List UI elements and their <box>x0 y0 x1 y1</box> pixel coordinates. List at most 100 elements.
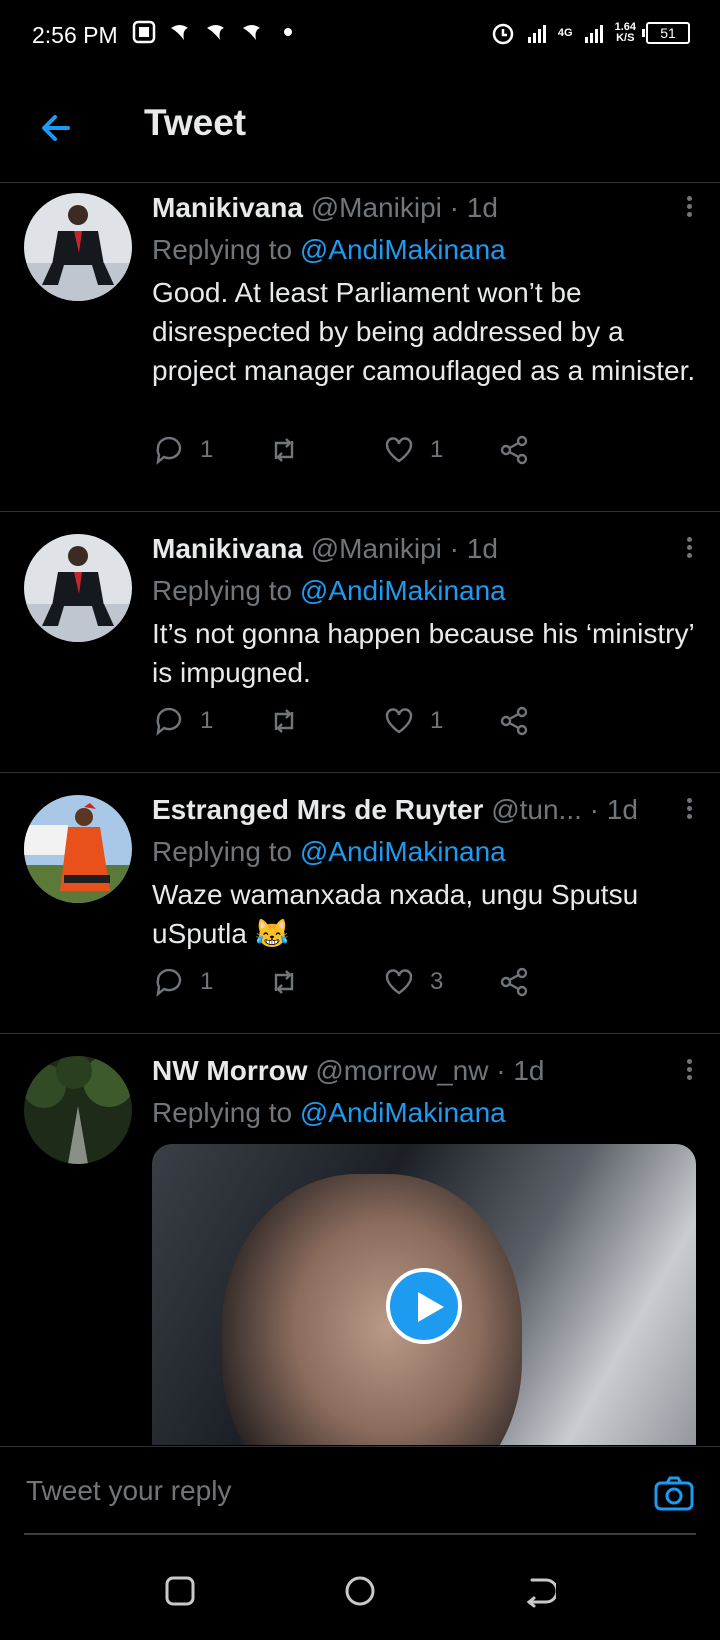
separator: · <box>449 533 459 564</box>
tweet-body: NW Morrow @morrow_nw · 1d Replying to @A… <box>152 1050 696 1134</box>
reply-icon <box>156 707 182 736</box>
like-button[interactable]: 1 <box>382 433 497 467</box>
separator: · <box>449 192 459 223</box>
app-notification-icon <box>132 20 156 44</box>
tweet-card[interactable]: Manikivana @Manikipi · 1d Replying to @A… <box>0 183 720 512</box>
battery-level: 51 <box>660 25 676 41</box>
tweet-card[interactable]: Manikivana @Manikipi · 1d Replying to @A… <box>0 512 720 773</box>
replying-to: Replying to @AndiMakinana <box>152 570 696 612</box>
tweet-time: 1d <box>606 794 638 825</box>
battery-icon: 51 <box>642 22 690 44</box>
share-icon <box>500 967 528 997</box>
like-button[interactable]: 3 <box>382 965 497 999</box>
reply-button[interactable]: 1 <box>152 704 267 738</box>
avatar[interactable] <box>24 795 132 903</box>
share-button[interactable] <box>497 965 612 999</box>
more-options-icon[interactable] <box>680 1056 698 1084</box>
user-handle[interactable]: @Manikipi <box>311 533 442 564</box>
swirl-notification-icon <box>171 25 188 40</box>
replying-to-link[interactable]: @AndiMakinana <box>300 575 506 606</box>
user-avatar-image <box>24 1056 132 1164</box>
retweet-button[interactable] <box>267 704 382 738</box>
share-button[interactable] <box>497 704 612 738</box>
input-underline <box>24 1533 696 1535</box>
reply-input[interactable] <box>24 1465 608 1517</box>
like-button[interactable]: 1 <box>382 704 497 738</box>
retweet-icon <box>274 709 294 733</box>
tweet-card[interactable]: NW Morrow @morrow_nw · 1d Replying to @A… <box>0 1034 720 1445</box>
share-button[interactable] <box>497 433 612 467</box>
tweet-actions: 1 1 <box>152 704 612 738</box>
retweet-button[interactable] <box>267 965 382 999</box>
avatar[interactable] <box>24 534 132 642</box>
tweet-meta: Estranged Mrs de Ruyter @tun... · 1d <box>152 789 696 831</box>
top-app-bar: Tweet <box>0 72 720 183</box>
back-arrow-icon[interactable] <box>36 108 76 148</box>
tweet-meta: Manikivana @Manikipi · 1d <box>152 187 696 229</box>
replying-to-label: Replying to <box>152 1097 293 1128</box>
share-icon <box>500 706 528 736</box>
display-name[interactable]: Manikivana <box>152 192 303 223</box>
notification-icons <box>132 20 300 44</box>
video-media[interactable] <box>152 1144 696 1445</box>
reply-button[interactable]: 1 <box>152 433 267 467</box>
replying-to-label: Replying to <box>152 234 293 265</box>
video-thumbnail <box>222 1174 522 1445</box>
display-name[interactable]: NW Morrow <box>152 1055 308 1086</box>
alarm-icon <box>492 23 514 45</box>
status-bar: 2:56 PM 4G 1.64 K/S 51 <box>0 0 720 72</box>
status-right: 4G 1.64 K/S 51 <box>490 20 690 46</box>
status-time: 2:56 PM <box>32 22 118 48</box>
retweet-icon <box>274 970 294 994</box>
retweet-button[interactable] <box>267 433 382 467</box>
reply-icon <box>156 436 182 465</box>
heart-icon <box>385 708 413 734</box>
replying-to-link[interactable]: @AndiMakinana <box>300 234 506 265</box>
reply-count: 1 <box>200 436 214 463</box>
replying-to-link[interactable]: @AndiMakinana <box>300 836 506 867</box>
speed-unit: K/S <box>616 32 635 44</box>
more-options-icon[interactable] <box>680 795 698 823</box>
tweet-actions: 1 1 <box>152 433 612 467</box>
home-icon[interactable] <box>343 1574 377 1608</box>
system-nav-bar <box>0 1542 720 1640</box>
tweet-time: 1d <box>466 533 498 564</box>
back-icon[interactable] <box>522 1574 556 1608</box>
tweet-actions: 1 3 <box>152 965 612 999</box>
separator: · <box>496 1055 506 1086</box>
reply-count: 1 <box>200 707 214 734</box>
reply-icon <box>156 968 182 997</box>
network-type: 4G <box>557 26 573 39</box>
tweet-card[interactable]: Estranged Mrs de Ruyter @tun... · 1d Rep… <box>0 773 720 1034</box>
swirl-notification-icon <box>207 25 224 40</box>
play-icon[interactable] <box>386 1268 462 1344</box>
replying-to-label: Replying to <box>152 575 293 606</box>
reply-count: 1 <box>200 968 214 995</box>
heart-icon <box>385 437 413 463</box>
tweet-body: Manikivana @Manikipi · 1d Replying to @A… <box>152 187 696 390</box>
user-handle[interactable]: @morrow_nw <box>315 1055 488 1086</box>
more-options-icon[interactable] <box>680 534 698 562</box>
tweet-text: Waze wamanxada nxada, ungu Sputsu uSputl… <box>152 879 639 949</box>
signal-icon <box>584 25 603 43</box>
avatar[interactable] <box>24 193 132 301</box>
display-name[interactable]: Estranged Mrs de Ruyter <box>152 794 483 825</box>
more-options-icon[interactable] <box>680 193 698 221</box>
dot-icon <box>284 28 292 36</box>
user-handle[interactable]: @Manikipi <box>311 192 442 223</box>
user-avatar-image <box>24 534 132 642</box>
replying-to: Replying to @AndiMakinana <box>152 229 696 271</box>
display-name[interactable]: Manikivana <box>152 533 303 564</box>
reply-button[interactable]: 1 <box>152 965 267 999</box>
tweet-time: 1d <box>513 1055 545 1086</box>
like-count: 1 <box>430 436 444 463</box>
like-count: 3 <box>430 968 444 995</box>
tweet-body: Manikivana @Manikipi · 1d Replying to @A… <box>152 528 696 692</box>
camera-icon[interactable] <box>654 1475 694 1511</box>
replies-feed[interactable]: Manikivana @Manikipi · 1d Replying to @A… <box>0 183 720 1445</box>
recents-icon[interactable] <box>163 1574 197 1608</box>
replying-to-link[interactable]: @AndiMakinana <box>300 1097 506 1128</box>
user-handle[interactable]: @tun... <box>491 794 582 825</box>
avatar[interactable] <box>24 1056 132 1164</box>
page-title: Tweet <box>144 102 247 143</box>
